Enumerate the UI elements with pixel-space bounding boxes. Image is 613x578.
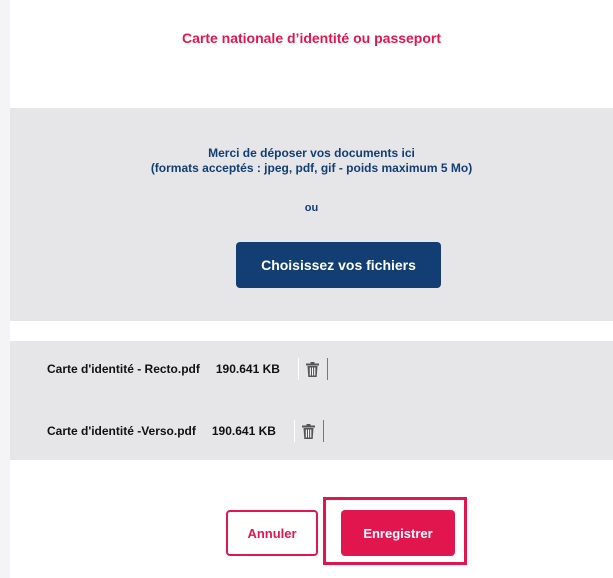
uploaded-files-list: Carte d'identité - Recto.pdf 190.641 KB … [10, 341, 613, 460]
document-upload-panel: Carte nationale d’identité ou passeport … [10, 0, 613, 578]
cancel-button[interactable]: Annuler [226, 510, 318, 556]
trash-icon [302, 423, 316, 439]
section-title: Carte nationale d’identité ou passeport [181, 30, 442, 46]
file-item: Carte d'identité -Verso.pdf 190.641 KB [47, 420, 324, 442]
dropzone-formats: (formats acceptés : jpeg, pdf, gif - poi… [150, 161, 473, 175]
file-size: 190.641 KB [215, 362, 280, 376]
file-dropzone[interactable]: Merci de déposer vos documents ici (form… [10, 108, 613, 321]
file-item: Carte d'identité - Recto.pdf 190.641 KB [47, 358, 328, 380]
dropzone-message: Merci de déposer vos documents ici [208, 146, 415, 160]
delete-file-button[interactable] [297, 358, 328, 380]
dropzone-or-label: ou [304, 202, 319, 214]
delete-file-button[interactable] [293, 420, 324, 442]
save-button[interactable]: Enregistrer [341, 510, 455, 556]
dropzone-instructions: Merci de déposer vos documents ici (form… [10, 146, 613, 176]
file-name: Carte d'identité - Recto.pdf [47, 362, 200, 376]
choose-files-button[interactable]: Choisissez vos fichiers [236, 242, 441, 288]
file-name: Carte d'identité -Verso.pdf [47, 424, 196, 438]
file-size: 190.641 KB [211, 424, 276, 438]
trash-icon [306, 361, 320, 377]
